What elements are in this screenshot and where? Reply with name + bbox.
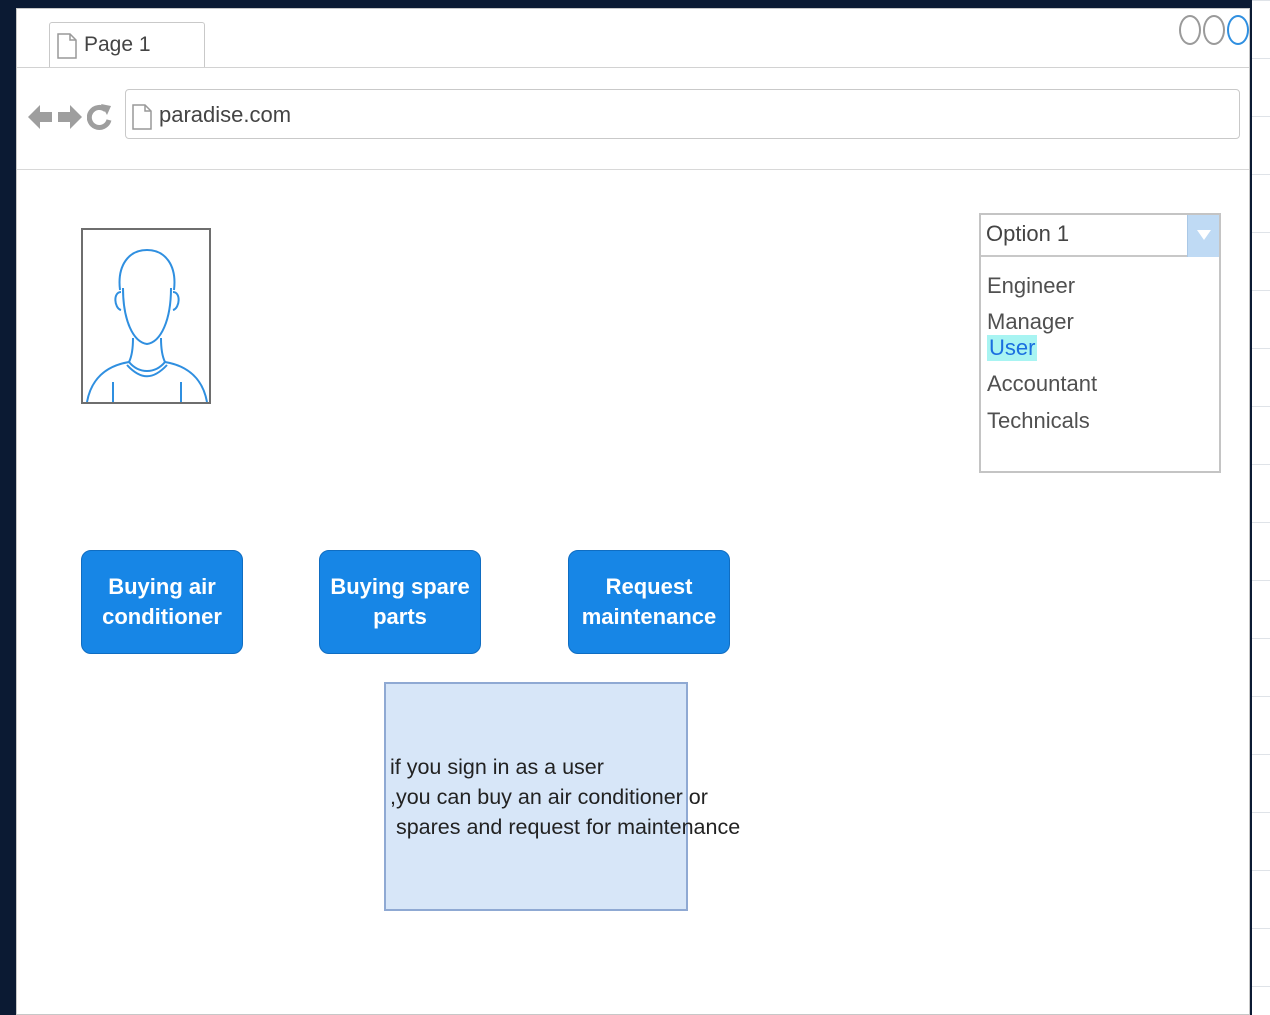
role-option-user[interactable]: User — [987, 335, 1038, 361]
info-note-text: if you sign in as a user ,you can buy an… — [390, 755, 741, 839]
role-option-technicals[interactable]: Technicals — [987, 408, 1090, 434]
grid-strip — [1252, 0, 1270, 1015]
role-select[interactable]: Option 1 Engineer Manager User Accountan… — [979, 213, 1221, 473]
toolbar-divider — [17, 169, 1249, 170]
role-option-manager[interactable]: Manager — [987, 309, 1074, 335]
close-icon[interactable] — [1227, 15, 1249, 45]
window-controls — [1179, 15, 1249, 45]
info-note: if you sign in as a user ,you can buy an… — [384, 682, 740, 911]
document-icon — [57, 33, 77, 64]
back-arrow-icon[interactable] — [27, 102, 53, 137]
page-icon — [132, 104, 152, 135]
chevron-down-icon[interactable] — [1187, 215, 1219, 257]
role-option-engineer[interactable]: Engineer — [987, 273, 1075, 299]
role-select-value: Option 1 — [986, 221, 1070, 246]
buy-air-conditioner-button[interactable]: Buying air conditioner — [81, 550, 243, 654]
tab-label: Page 1 — [84, 33, 151, 56]
role-option-accountant[interactable]: Accountant — [987, 371, 1097, 397]
url-text: paradise.com — [159, 102, 292, 127]
address-bar[interactable]: paradise.com — [125, 89, 1240, 139]
role-select-header[interactable]: Option 1 — [981, 215, 1219, 257]
refresh-icon[interactable] — [86, 102, 113, 137]
user-avatar-icon — [81, 228, 211, 404]
browser-tab[interactable]: Page 1 — [49, 22, 205, 68]
browser-window: Page 1 paradise.com Option 1 Engineer Ma… — [16, 8, 1250, 1015]
maximize-icon[interactable] — [1203, 15, 1225, 45]
forward-arrow-icon[interactable] — [57, 102, 83, 137]
navigation-buttons — [27, 102, 113, 137]
buy-spare-parts-button[interactable]: Buying spare parts — [319, 550, 481, 654]
minimize-icon[interactable] — [1179, 15, 1201, 45]
tab-divider — [17, 67, 1249, 68]
request-maintenance-button[interactable]: Request maintenance — [568, 550, 730, 654]
